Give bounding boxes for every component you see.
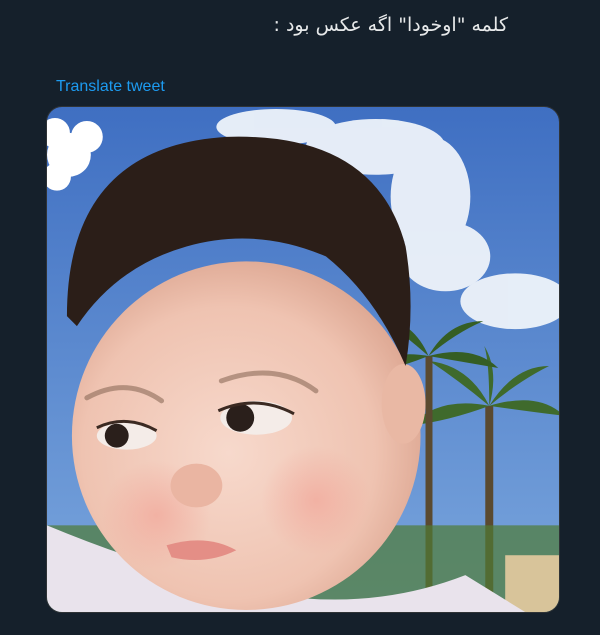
tweet-media-photo[interactable] — [46, 106, 560, 613]
tweet-text: کلمه "اوخودا" اگه عکس بود : — [273, 14, 508, 36]
baby-ear — [381, 363, 426, 444]
right-cheek — [261, 445, 371, 556]
baby-nose — [170, 463, 223, 508]
baby-photo-illustration — [47, 107, 559, 612]
translate-tweet-link[interactable]: Translate tweet — [56, 78, 165, 96]
